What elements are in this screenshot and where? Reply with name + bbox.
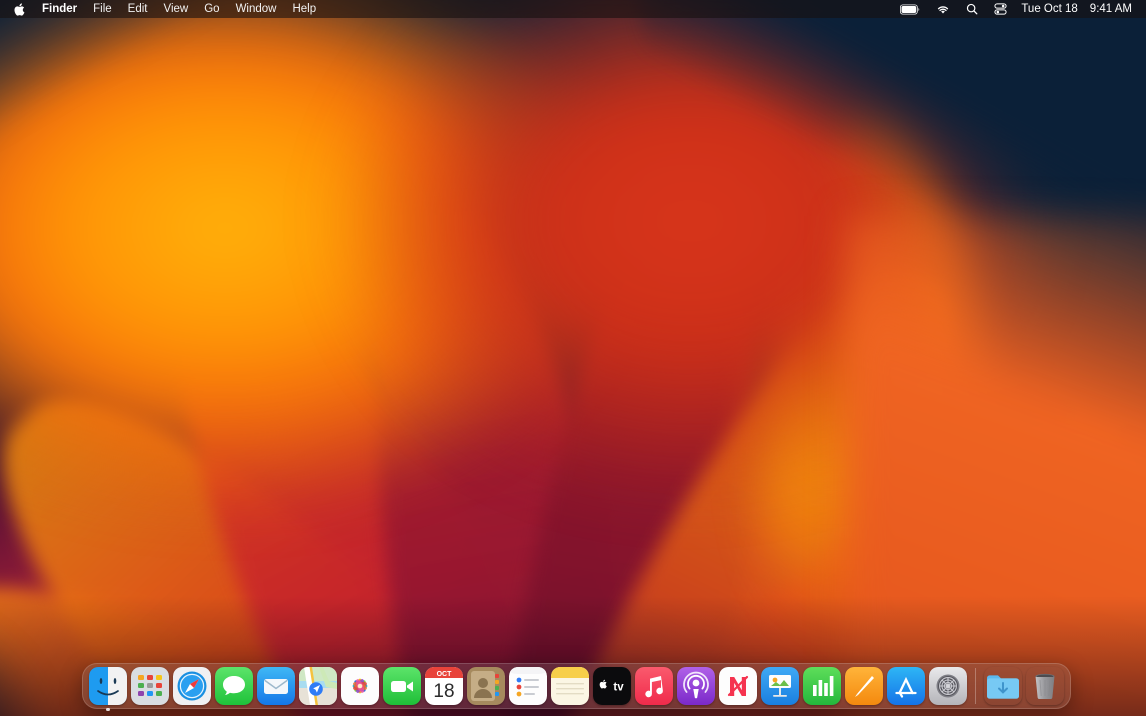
dock-item-photos[interactable]	[340, 666, 380, 706]
dock-item-tv[interactable]: tv	[592, 666, 632, 706]
system-settings-icon	[929, 667, 967, 705]
dock-item-messages[interactable]	[214, 666, 254, 706]
menu-item-finder[interactable]: Finder	[34, 0, 85, 18]
app-store-icon	[887, 667, 925, 705]
dock-item-reminders[interactable]	[508, 666, 548, 706]
dock-item-trash[interactable]	[1025, 666, 1065, 706]
menu-bar-status-items: Tue Oct 18 9:41 AM	[892, 3, 1138, 15]
desktop-wallpaper	[0, 0, 1146, 716]
menu-item-file[interactable]: File	[85, 0, 120, 18]
dock-item-numbers[interactable]	[802, 666, 842, 706]
apple-logo-icon[interactable]	[8, 2, 34, 16]
dock-item-keynote[interactable]	[760, 666, 800, 706]
svg-text:tv: tv	[613, 682, 624, 694]
menu-item-view[interactable]: View	[156, 0, 197, 18]
menu-item-window[interactable]: Window	[228, 0, 285, 18]
dock-running-indicator	[106, 707, 110, 711]
menu-bar-time[interactable]: 9:41 AM	[1084, 3, 1138, 15]
dock-item-facetime[interactable]	[382, 666, 422, 706]
facetime-icon	[383, 667, 421, 705]
pages-icon	[845, 667, 883, 705]
menu-bar: Finder File Edit View Go Window Help Tue…	[0, 0, 1146, 18]
dock-item-notes[interactable]	[550, 666, 590, 706]
menu-bar-date[interactable]: Tue Oct 18	[1015, 3, 1083, 15]
notes-icon	[551, 667, 589, 705]
dock-item-downloads[interactable]	[983, 666, 1023, 706]
mail-icon	[257, 667, 295, 705]
messages-icon	[215, 667, 253, 705]
reminders-icon	[509, 667, 547, 705]
numbers-icon	[803, 667, 841, 705]
dock-item-safari[interactable]	[172, 666, 212, 706]
dock: OCT 18 tv	[82, 663, 1071, 711]
menu-item-edit[interactable]: Edit	[120, 0, 156, 18]
dock-item-finder[interactable]	[88, 666, 128, 711]
trash-icon	[1026, 667, 1064, 705]
dock-separator	[975, 668, 976, 704]
contacts-icon	[467, 667, 505, 705]
dock-item-calendar[interactable]: OCT 18	[424, 666, 464, 706]
wallpaper-corner-top-left	[0, 0, 320, 320]
menu-item-go[interactable]: Go	[196, 0, 227, 18]
dock-item-contacts[interactable]	[466, 666, 506, 706]
music-icon	[635, 667, 673, 705]
photos-icon	[341, 667, 379, 705]
dock-item-mail[interactable]	[256, 666, 296, 706]
maps-icon	[299, 667, 337, 705]
search-icon[interactable]	[958, 3, 986, 15]
dock-item-pages[interactable]	[844, 666, 884, 706]
dock-item-news[interactable]	[718, 666, 758, 706]
wifi-icon[interactable]	[928, 4, 958, 15]
dock-item-maps[interactable]	[298, 666, 338, 706]
downloads-folder-icon	[984, 667, 1022, 705]
podcasts-icon	[677, 667, 715, 705]
news-icon	[719, 667, 757, 705]
menu-item-help[interactable]: Help	[284, 0, 324, 18]
battery-icon[interactable]	[892, 3, 928, 15]
menu-bar-app-menus: Finder File Edit View Go Window Help	[8, 0, 324, 18]
keynote-icon	[761, 667, 799, 705]
dock-item-app-store[interactable]	[886, 666, 926, 706]
finder-icon	[89, 667, 127, 705]
dock-item-launchpad[interactable]	[130, 666, 170, 706]
launchpad-icon	[131, 667, 169, 705]
calendar-icon: OCT 18	[425, 667, 463, 705]
apple-tv-icon: tv	[593, 667, 631, 705]
svg-text:OCT: OCT	[437, 671, 453, 678]
svg-text:18: 18	[433, 681, 454, 702]
dock-item-music[interactable]	[634, 666, 674, 706]
dock-item-podcasts[interactable]	[676, 666, 716, 706]
control-center-icon[interactable]	[986, 3, 1015, 15]
dock-item-system-settings[interactable]	[928, 666, 968, 706]
desktop-screen: Finder File Edit View Go Window Help Tue…	[0, 0, 1146, 716]
safari-icon	[173, 667, 211, 705]
